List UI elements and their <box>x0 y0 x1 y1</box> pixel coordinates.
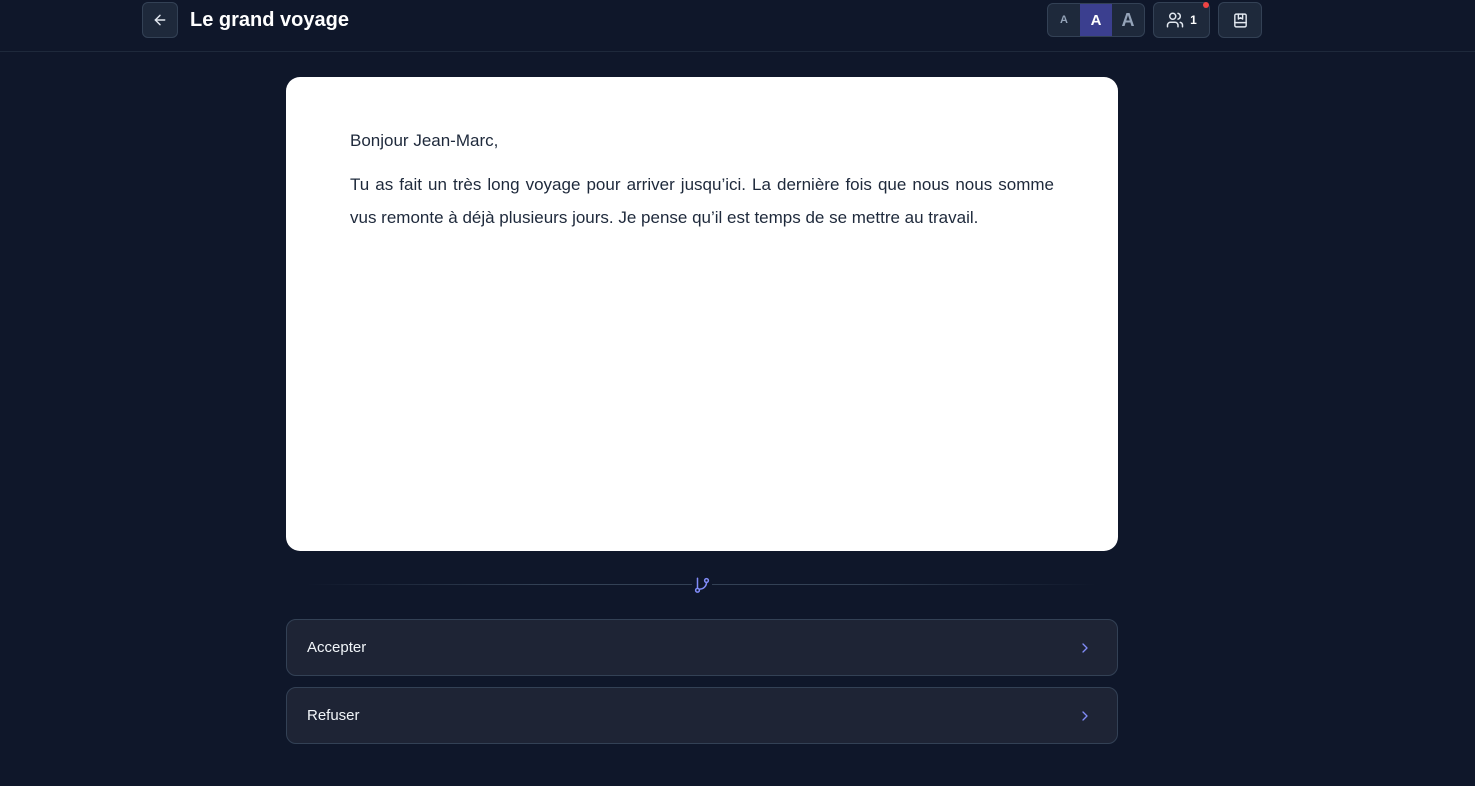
bookmark-icon <box>1233 12 1247 28</box>
page-title: Le grand voyage <box>190 9 349 31</box>
arrow-left-icon <box>154 14 166 26</box>
story-paragraph: Tu as fait un très long voyage pour arri… <box>350 175 1054 227</box>
players-button[interactable]: 1 <box>1153 2 1210 38</box>
choice-refuse-button[interactable]: Refuser <box>286 687 1118 744</box>
players-count: 1 <box>1190 13 1197 27</box>
chevron-right-icon <box>1082 710 1088 721</box>
chevron-right-icon <box>1082 642 1088 653</box>
font-size-large-button[interactable]: A <box>1112 4 1144 36</box>
story-greeting: Bonjour Jean-Marc, <box>350 131 499 150</box>
top-bar: Le grand voyage A A A 1 <box>0 0 1475 52</box>
users-icon <box>1166 12 1184 28</box>
git-branch-icon <box>694 577 710 593</box>
choice-label: Accepter <box>307 639 367 656</box>
choice-label: Refuser <box>307 707 360 724</box>
story-card: Bonjour Jean-Marc, Tu as fait un très lo… <box>286 77 1118 551</box>
bookmark-button[interactable] <box>1218 2 1262 38</box>
back-button[interactable] <box>142 2 178 38</box>
font-size-selector: A A A <box>1047 3 1145 37</box>
notification-dot <box>1203 2 1209 8</box>
branch-icon-wrapper <box>692 575 712 595</box>
font-size-small-button[interactable]: A <box>1048 4 1080 36</box>
font-size-medium-button[interactable]: A <box>1080 4 1112 36</box>
choice-accept-button[interactable]: Accepter <box>286 619 1118 676</box>
